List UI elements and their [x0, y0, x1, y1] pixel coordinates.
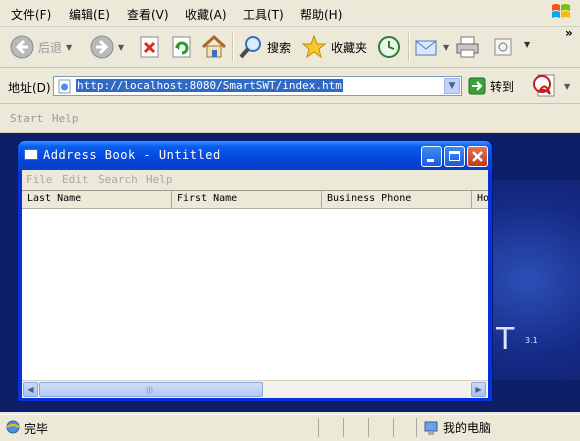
back-label: 后退	[38, 40, 63, 55]
toolbar-more-dropdown-icon[interactable]: ▼	[524, 40, 530, 49]
window-menubar: File Edit Search Help	[22, 170, 488, 189]
go-arrow-icon	[468, 77, 486, 95]
menu-file[interactable]: 文件(F)	[11, 6, 51, 23]
address-url-text[interactable]: http://localhost:8080/SmartSWT/index.htm	[76, 79, 343, 92]
menu-favorites[interactable]: 收藏(A)	[185, 6, 227, 23]
window-icon	[24, 149, 38, 160]
star-icon	[301, 34, 327, 59]
contacts-table[interactable]: Last Name First Name Business Phone Ho	[22, 190, 488, 381]
address-book-window: Address Book - Untitled File Edit Search…	[18, 141, 492, 401]
go-label: 转到	[490, 79, 515, 94]
column-header-first-name[interactable]: First Name	[172, 191, 322, 208]
back-button[interactable]: 后退 ▼	[10, 35, 72, 59]
page-menu-start[interactable]: Start	[10, 112, 43, 125]
column-header-business-phone[interactable]: Business Phone	[322, 191, 472, 208]
edit-page-icon[interactable]	[493, 37, 513, 57]
scrollbar-grip-icon: |||	[146, 386, 154, 394]
status-bar: 完毕 我的电脑	[0, 414, 580, 441]
address-bar: 地址(D) http://localhost:8080/SmartSWT/ind…	[0, 69, 580, 104]
window-titlebar[interactable]: Address Book - Untitled	[18, 141, 492, 170]
page-icon	[58, 79, 71, 94]
menu-edit[interactable]: 编辑(E)	[69, 6, 110, 23]
scrollbar-thumb[interactable]: |||	[39, 382, 263, 397]
version-logo-letter: T	[496, 322, 515, 357]
go-button[interactable]: 转到	[468, 77, 514, 95]
minimize-icon	[427, 159, 434, 162]
back-dropdown-icon[interactable]: ▼	[66, 43, 72, 52]
forward-dropdown-icon[interactable]: ▼	[118, 43, 124, 52]
zone-text: 我的电脑	[443, 421, 492, 435]
address-input[interactable]: http://localhost:8080/SmartSWT/index.htm…	[53, 76, 462, 96]
mail-dropdown-icon[interactable]: ▼	[443, 43, 449, 52]
close-icon	[472, 151, 483, 162]
browser-menubar: 文件(F) 编辑(E) 查看(V) 收藏(A) 工具(T) 帮助(H)	[0, 0, 580, 27]
history-icon[interactable]	[376, 35, 402, 59]
window-menu-edit[interactable]: Edit	[62, 173, 89, 186]
security-zone: 我的电脑	[423, 419, 491, 436]
toolbar-overflow-icon[interactable]: »	[565, 26, 573, 40]
stop-icon[interactable]	[139, 36, 161, 58]
close-button[interactable]	[467, 146, 488, 167]
window-title: Address Book - Untitled	[43, 148, 221, 162]
address-dropdown-icon[interactable]: ▼	[444, 78, 460, 94]
forward-button[interactable]: ▼	[90, 35, 124, 59]
menu-view[interactable]: 查看(V)	[127, 6, 169, 23]
window-body: File Edit Search Help Last Name First Na…	[22, 170, 488, 398]
page-menu-help[interactable]: Help	[52, 112, 79, 125]
home-icon[interactable]	[201, 34, 227, 60]
favorites-label: 收藏夹	[331, 40, 368, 55]
my-computer-icon	[424, 421, 438, 435]
address-label: 地址(D)	[8, 81, 51, 95]
table-header: Last Name First Name Business Phone Ho	[22, 191, 488, 209]
maximize-button[interactable]	[444, 146, 465, 167]
pdf-button[interactable]: ▼	[532, 72, 570, 100]
pdf-dropdown-icon[interactable]: ▼	[564, 82, 570, 91]
page-menubar: Start Help	[0, 104, 580, 133]
print-icon[interactable]	[455, 35, 481, 59]
menu-help[interactable]: 帮助(H)	[300, 6, 342, 23]
scroll-right-button[interactable]: ▶	[471, 382, 486, 397]
pdf-icon	[533, 74, 555, 97]
ie-page-icon	[6, 420, 20, 434]
window-menu-file[interactable]: File	[26, 173, 53, 186]
mail-button[interactable]: ▼	[415, 36, 449, 58]
menu-tools[interactable]: 工具(T)	[243, 6, 284, 23]
browser-toolbar: 后退 ▼ ▼ 搜索 收藏夹 ▼ ▼ »	[0, 26, 580, 68]
mail-icon	[415, 40, 437, 56]
horizontal-scrollbar[interactable]: ◀ ||| ▶	[22, 380, 488, 398]
window-menu-search[interactable]: Search	[98, 173, 138, 186]
favorites-button[interactable]: 收藏夹	[301, 34, 367, 60]
column-header-last-name[interactable]: Last Name	[22, 191, 172, 208]
back-arrow-icon	[10, 35, 34, 59]
search-button[interactable]: 搜索	[239, 35, 291, 59]
search-label: 搜索	[267, 40, 292, 55]
windows-logo-icon	[552, 4, 570, 18]
window-menu-help[interactable]: Help	[146, 173, 173, 186]
forward-arrow-icon	[90, 35, 114, 59]
version-number: 3.1	[525, 336, 538, 345]
minimize-button[interactable]	[421, 146, 442, 167]
maximize-icon	[449, 151, 460, 161]
scroll-left-button[interactable]: ◀	[23, 382, 38, 397]
refresh-icon[interactable]	[171, 36, 193, 58]
column-header-home[interactable]: Ho	[472, 191, 488, 208]
status-text: 完毕	[24, 422, 49, 436]
search-icon	[239, 36, 261, 59]
